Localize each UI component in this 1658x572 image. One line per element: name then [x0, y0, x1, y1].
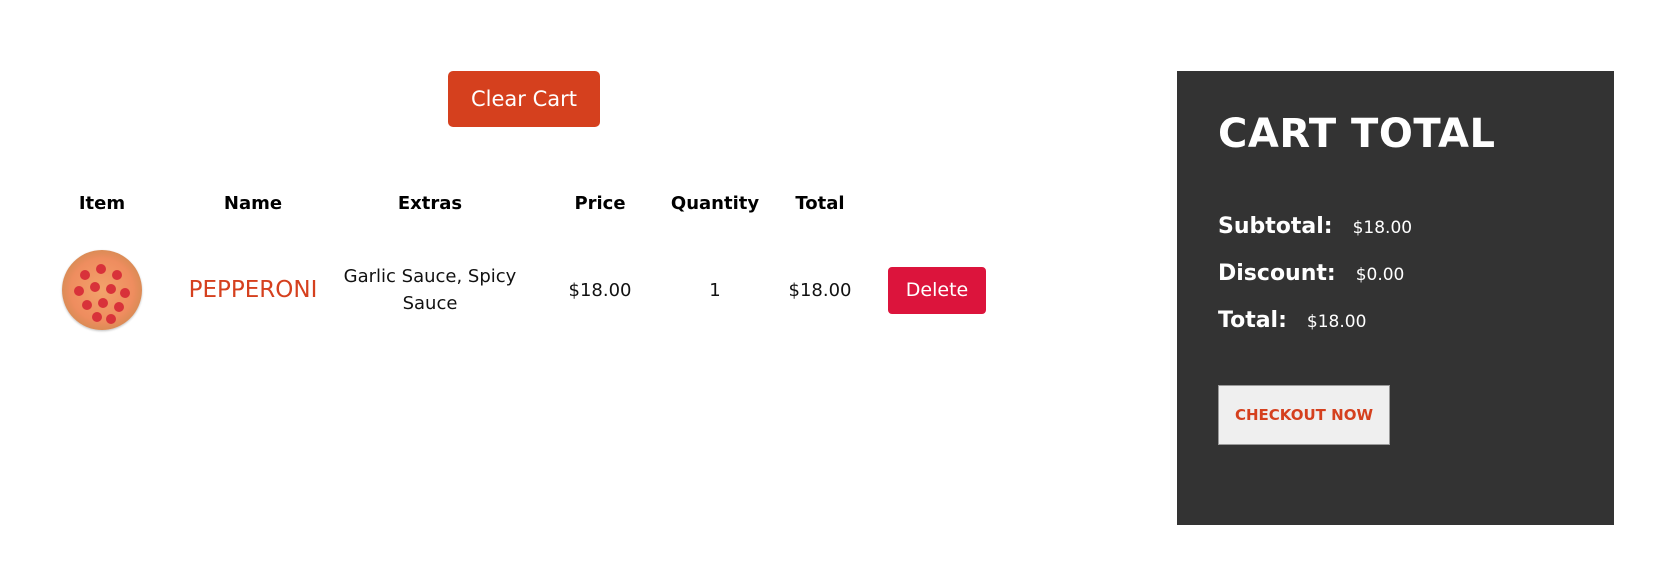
item-cell [62, 250, 142, 330]
item-action-cell: Delete [882, 252, 992, 328]
header-total: Total [795, 192, 845, 214]
cart-total-title: CART TOTAL [1218, 111, 1496, 157]
cart-total-panel: CART TOTAL Subtotal: $18.00 Discount: $0… [1177, 71, 1614, 525]
header-extras: Extras [397, 192, 463, 214]
pizza-image [62, 250, 142, 330]
checkout-button[interactable]: CHECKOUT NOW [1218, 385, 1390, 445]
item-quantity: 1 [709, 279, 721, 301]
subtotal-line: Subtotal: $18.00 [1218, 214, 1412, 239]
discount-label: Discount: [1218, 261, 1336, 286]
header-name: Name [223, 192, 283, 214]
item-extras-cell: Garlic Sauce, Spicy Sauce [340, 252, 520, 328]
delete-button[interactable]: Delete [888, 266, 986, 314]
item-total: $18.00 [788, 279, 852, 301]
item-name: PEPPERONI [188, 277, 318, 303]
total-line: Total: $18.00 [1218, 308, 1366, 333]
total-value: $18.00 [1306, 312, 1367, 332]
subtotal-label: Subtotal: [1218, 214, 1333, 239]
discount-line: Discount: $0.00 [1218, 261, 1404, 286]
item-name-cell: PEPPERONI [170, 252, 336, 328]
total-label: Total: [1218, 308, 1287, 333]
item-price: $18.00 [568, 279, 632, 301]
header-price: Price [574, 192, 626, 214]
header-quantity: Quantity [670, 192, 760, 214]
discount-value: $0.00 [1355, 265, 1405, 285]
item-extras: Garlic Sauce, Spicy Sauce [343, 266, 517, 314]
subtotal-value: $18.00 [1352, 218, 1413, 238]
header-item: Item [78, 192, 126, 214]
clear-cart-button[interactable]: Clear Cart [448, 71, 600, 127]
